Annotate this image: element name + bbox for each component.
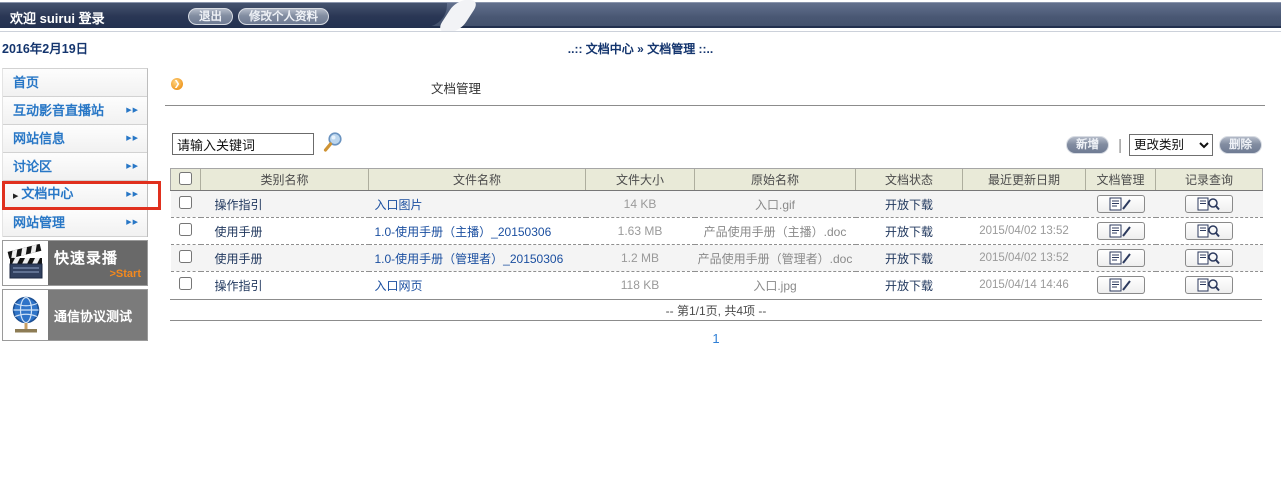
- table-row: 操作指引 入口网页 118 KB 入口.jpg 开放下载 2015/04/14 …: [171, 272, 1263, 299]
- cell-updated: 2015/04/14 14:46: [963, 272, 1086, 299]
- query-record-button[interactable]: [1185, 195, 1233, 213]
- header-category: 类别名称: [201, 169, 369, 191]
- sidebar-item-home[interactable]: 首页: [3, 69, 147, 97]
- toolbar-divider: |: [1118, 137, 1122, 154]
- section-title: 文档管理: [431, 78, 481, 97]
- change-category-select[interactable]: 更改类别: [1129, 134, 1213, 156]
- keyword-search-input[interactable]: [172, 133, 314, 155]
- sidebar-item-label: ▶文档中心: [13, 180, 73, 210]
- header-filename: 文件名称: [369, 169, 586, 191]
- edit-document-button[interactable]: [1097, 276, 1145, 294]
- sidebar-item-label: 网站信息: [13, 125, 65, 152]
- sidebar-item-label: 互动影音直播站: [13, 97, 104, 124]
- cell-original-name: 产品使用手册（管理者）.doc: [695, 245, 856, 272]
- page-number-link[interactable]: 1: [712, 331, 719, 346]
- edit-document-button[interactable]: [1097, 195, 1145, 213]
- search-magnifier-icon[interactable]: [322, 131, 343, 158]
- cell-original-name: 入口.jpg: [695, 272, 856, 299]
- cell-category: 使用手册: [201, 245, 369, 272]
- pagination: 1: [170, 330, 1262, 348]
- select-all-checkbox[interactable]: [179, 172, 192, 185]
- cell-filesize: 14 KB: [586, 191, 695, 218]
- documents-table: 类别名称 文件名称 文件大小 原始名称 文档状态 最近更新日期 文档管理 记录查…: [170, 168, 1263, 299]
- sidebar-item-label: 讨论区: [13, 153, 52, 180]
- table-row: 操作指引 入口图片 14 KB 入口.gif 开放下载: [171, 191, 1263, 218]
- cell-category: 操作指引: [201, 272, 369, 299]
- table-row: 使用手册 1.0-使用手册（主播）_20150306 1.63 MB 产品使用手…: [171, 218, 1263, 245]
- sidebar-item-site-admin[interactable]: 网站管理 ▶▶: [3, 209, 147, 237]
- submenu-arrows-icon: ▶▶: [126, 97, 139, 124]
- protocol-test-banner-body: 通信协议测试: [48, 290, 147, 340]
- cell-updated: 2015/04/02 13:52: [963, 245, 1086, 272]
- cell-filename-link[interactable]: 入口图片: [369, 191, 586, 218]
- row-checkbox[interactable]: [179, 277, 192, 290]
- protocol-test-banner[interactable]: 通信协议测试: [2, 289, 148, 341]
- quick-record-banner-body: 快速录播 >Start: [48, 241, 147, 285]
- sidebar-item-document-center[interactable]: ▶文档中心 ▶▶: [3, 181, 147, 209]
- cell-filename-link[interactable]: 入口网页: [369, 272, 586, 299]
- quick-record-banner[interactable]: 快速录播 >Start: [2, 240, 148, 286]
- header-original-name: 原始名称: [695, 169, 856, 191]
- quick-record-start-label: >Start: [54, 268, 141, 280]
- welcome-text: 欢迎 suirui 登录: [10, 8, 105, 27]
- title-divider-line: [165, 105, 1265, 106]
- query-record-button[interactable]: [1185, 249, 1233, 267]
- protocol-test-title: 通信协议测试: [54, 306, 141, 325]
- main-content: ❯ 文档管理 新增 | 更改类别 删除: [165, 0, 1270, 500]
- header-status: 文档状态: [856, 169, 963, 191]
- header-doc-manage: 文档管理: [1086, 169, 1156, 191]
- cell-filesize: 1.63 MB: [586, 218, 695, 245]
- sidebar-item-site-info[interactable]: 网站信息 ▶▶: [3, 125, 147, 153]
- row-checkbox[interactable]: [179, 196, 192, 209]
- quick-record-title: 快速录播: [54, 247, 141, 268]
- submenu-arrows-icon: ▶▶: [126, 209, 139, 236]
- cell-status: 开放下载: [856, 245, 963, 272]
- sidebar-menu: 首页 互动影音直播站 ▶▶ 网站信息 ▶▶ 讨论区 ▶▶ ▶文档中心 ▶▶ 网站…: [2, 68, 148, 237]
- documents-table-area: 类别名称 文件名称 文件大小 原始名称 文档状态 最近更新日期 文档管理 记录查…: [170, 168, 1262, 348]
- submenu-arrows-icon: ▶▶: [126, 125, 139, 152]
- cell-updated: [963, 191, 1086, 218]
- row-checkbox[interactable]: [179, 223, 192, 236]
- clapperboard-icon: [3, 241, 48, 285]
- row-checkbox[interactable]: [179, 250, 192, 263]
- sidebar-item-label: 首页: [13, 69, 39, 96]
- query-record-button[interactable]: [1185, 276, 1233, 294]
- edit-document-button[interactable]: [1097, 222, 1145, 240]
- cell-filename-link[interactable]: 1.0-使用手册（管理者）_20150306: [369, 245, 586, 272]
- query-record-button[interactable]: [1185, 222, 1233, 240]
- section-bullet-icon: ❯: [171, 78, 183, 90]
- table-header-row: 类别名称 文件名称 文件大小 原始名称 文档状态 最近更新日期 文档管理 记录查…: [171, 169, 1263, 191]
- cell-status: 开放下载: [856, 218, 963, 245]
- page-summary: -- 第1/1页, 共4项 --: [170, 299, 1262, 321]
- sidebar-item-label: 网站管理: [13, 209, 65, 236]
- page: 欢迎 suirui 登录 退出 修改个人资料 2016年2月19日 ..:: 文…: [0, 0, 1281, 500]
- cell-filename-link[interactable]: 1.0-使用手册（主播）_20150306: [369, 218, 586, 245]
- table-toolbar: 新增 | 更改类别 删除: [1066, 133, 1262, 157]
- sidebar-item-live-station[interactable]: 互动影音直播站 ▶▶: [3, 97, 147, 125]
- submenu-arrows-icon: ▶▶: [126, 153, 139, 180]
- add-button[interactable]: 新增: [1066, 136, 1109, 154]
- active-marker-icon: ▶: [13, 193, 18, 200]
- cell-category: 操作指引: [201, 191, 369, 218]
- cell-filesize: 1.2 MB: [586, 245, 695, 272]
- delete-button[interactable]: 删除: [1219, 136, 1262, 154]
- cell-filesize: 118 KB: [586, 272, 695, 299]
- cell-original-name: 产品使用手册（主播）.doc: [695, 218, 856, 245]
- header-filesize: 文件大小: [586, 169, 695, 191]
- table-row: 使用手册 1.0-使用手册（管理者）_20150306 1.2 MB 产品使用手…: [171, 245, 1263, 272]
- cell-status: 开放下载: [856, 191, 963, 218]
- header-updated: 最近更新日期: [963, 169, 1086, 191]
- sidebar-item-forum[interactable]: 讨论区 ▶▶: [3, 153, 147, 181]
- cell-original-name: 入口.gif: [695, 191, 856, 218]
- cell-status: 开放下载: [856, 272, 963, 299]
- cell-updated: 2015/04/02 13:52: [963, 218, 1086, 245]
- header-record-query: 记录查询: [1156, 169, 1263, 191]
- network-globe-icon: [3, 290, 48, 340]
- edit-document-button[interactable]: [1097, 249, 1145, 267]
- cell-category: 使用手册: [201, 218, 369, 245]
- submenu-arrows-icon: ▶▶: [126, 181, 139, 208]
